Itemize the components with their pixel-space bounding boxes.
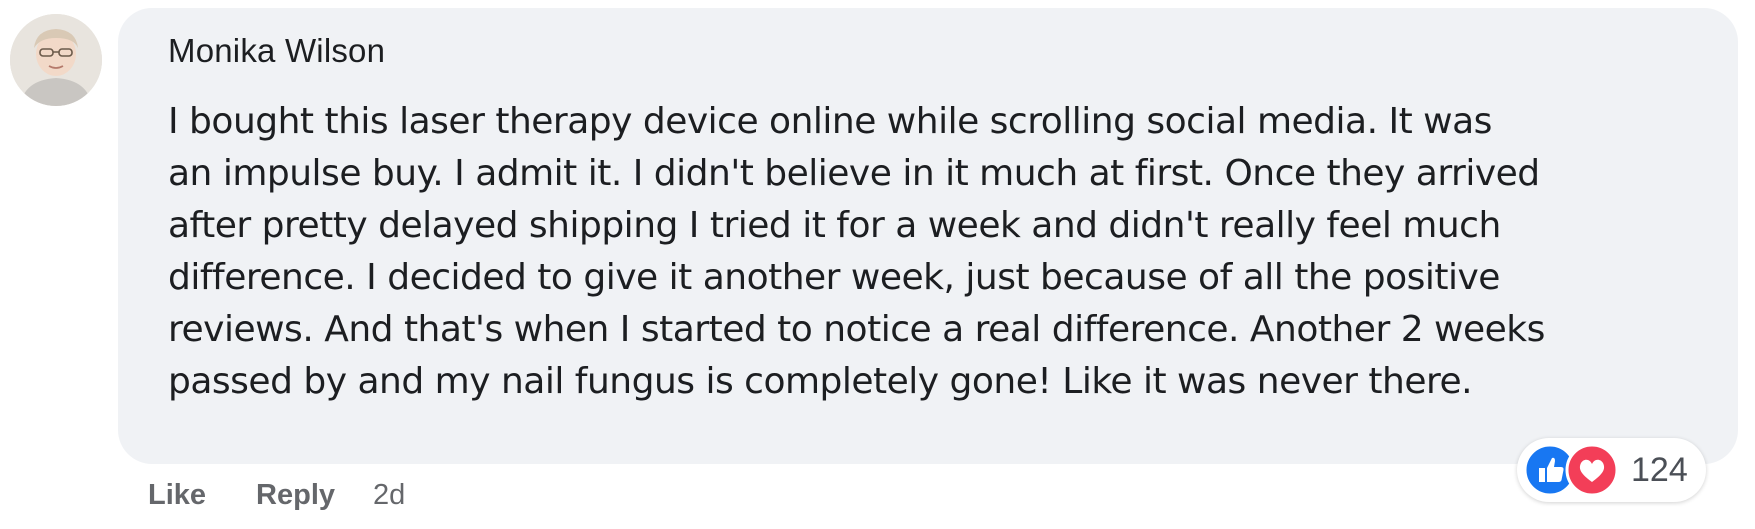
comment-text-line: I bought this laser therapy device onlin…: [168, 101, 1492, 142]
comment-timestamp[interactable]: 2d: [373, 479, 405, 512]
love-icon: [1565, 443, 1619, 497]
comment-text: I bought this laser therapy device onlin…: [168, 96, 1688, 408]
reply-button[interactable]: Reply: [256, 479, 335, 512]
reactions-summary[interactable]: 124: [1517, 438, 1706, 502]
avatar-photo: [10, 14, 102, 106]
comment-actions: Like Reply 2d: [148, 472, 405, 518]
comment-text-line: after pretty delayed shipping I tried it…: [168, 205, 1501, 246]
like-button[interactable]: Like: [148, 479, 206, 512]
comment-text-line: reviews. And that's when I started to no…: [168, 309, 1545, 350]
comment-text-line: an impulse buy. I admit it. I didn't bel…: [168, 153, 1540, 194]
reaction-count: 124: [1631, 450, 1688, 489]
avatar[interactable]: [10, 14, 102, 106]
comment-bubble: Monika Wilson I bought this laser therap…: [118, 8, 1738, 464]
comment-author[interactable]: Monika Wilson: [168, 32, 385, 70]
comment-text-line: difference. I decided to give it another…: [168, 257, 1500, 298]
comment-text-line: passed by and my nail fungus is complete…: [168, 361, 1473, 402]
